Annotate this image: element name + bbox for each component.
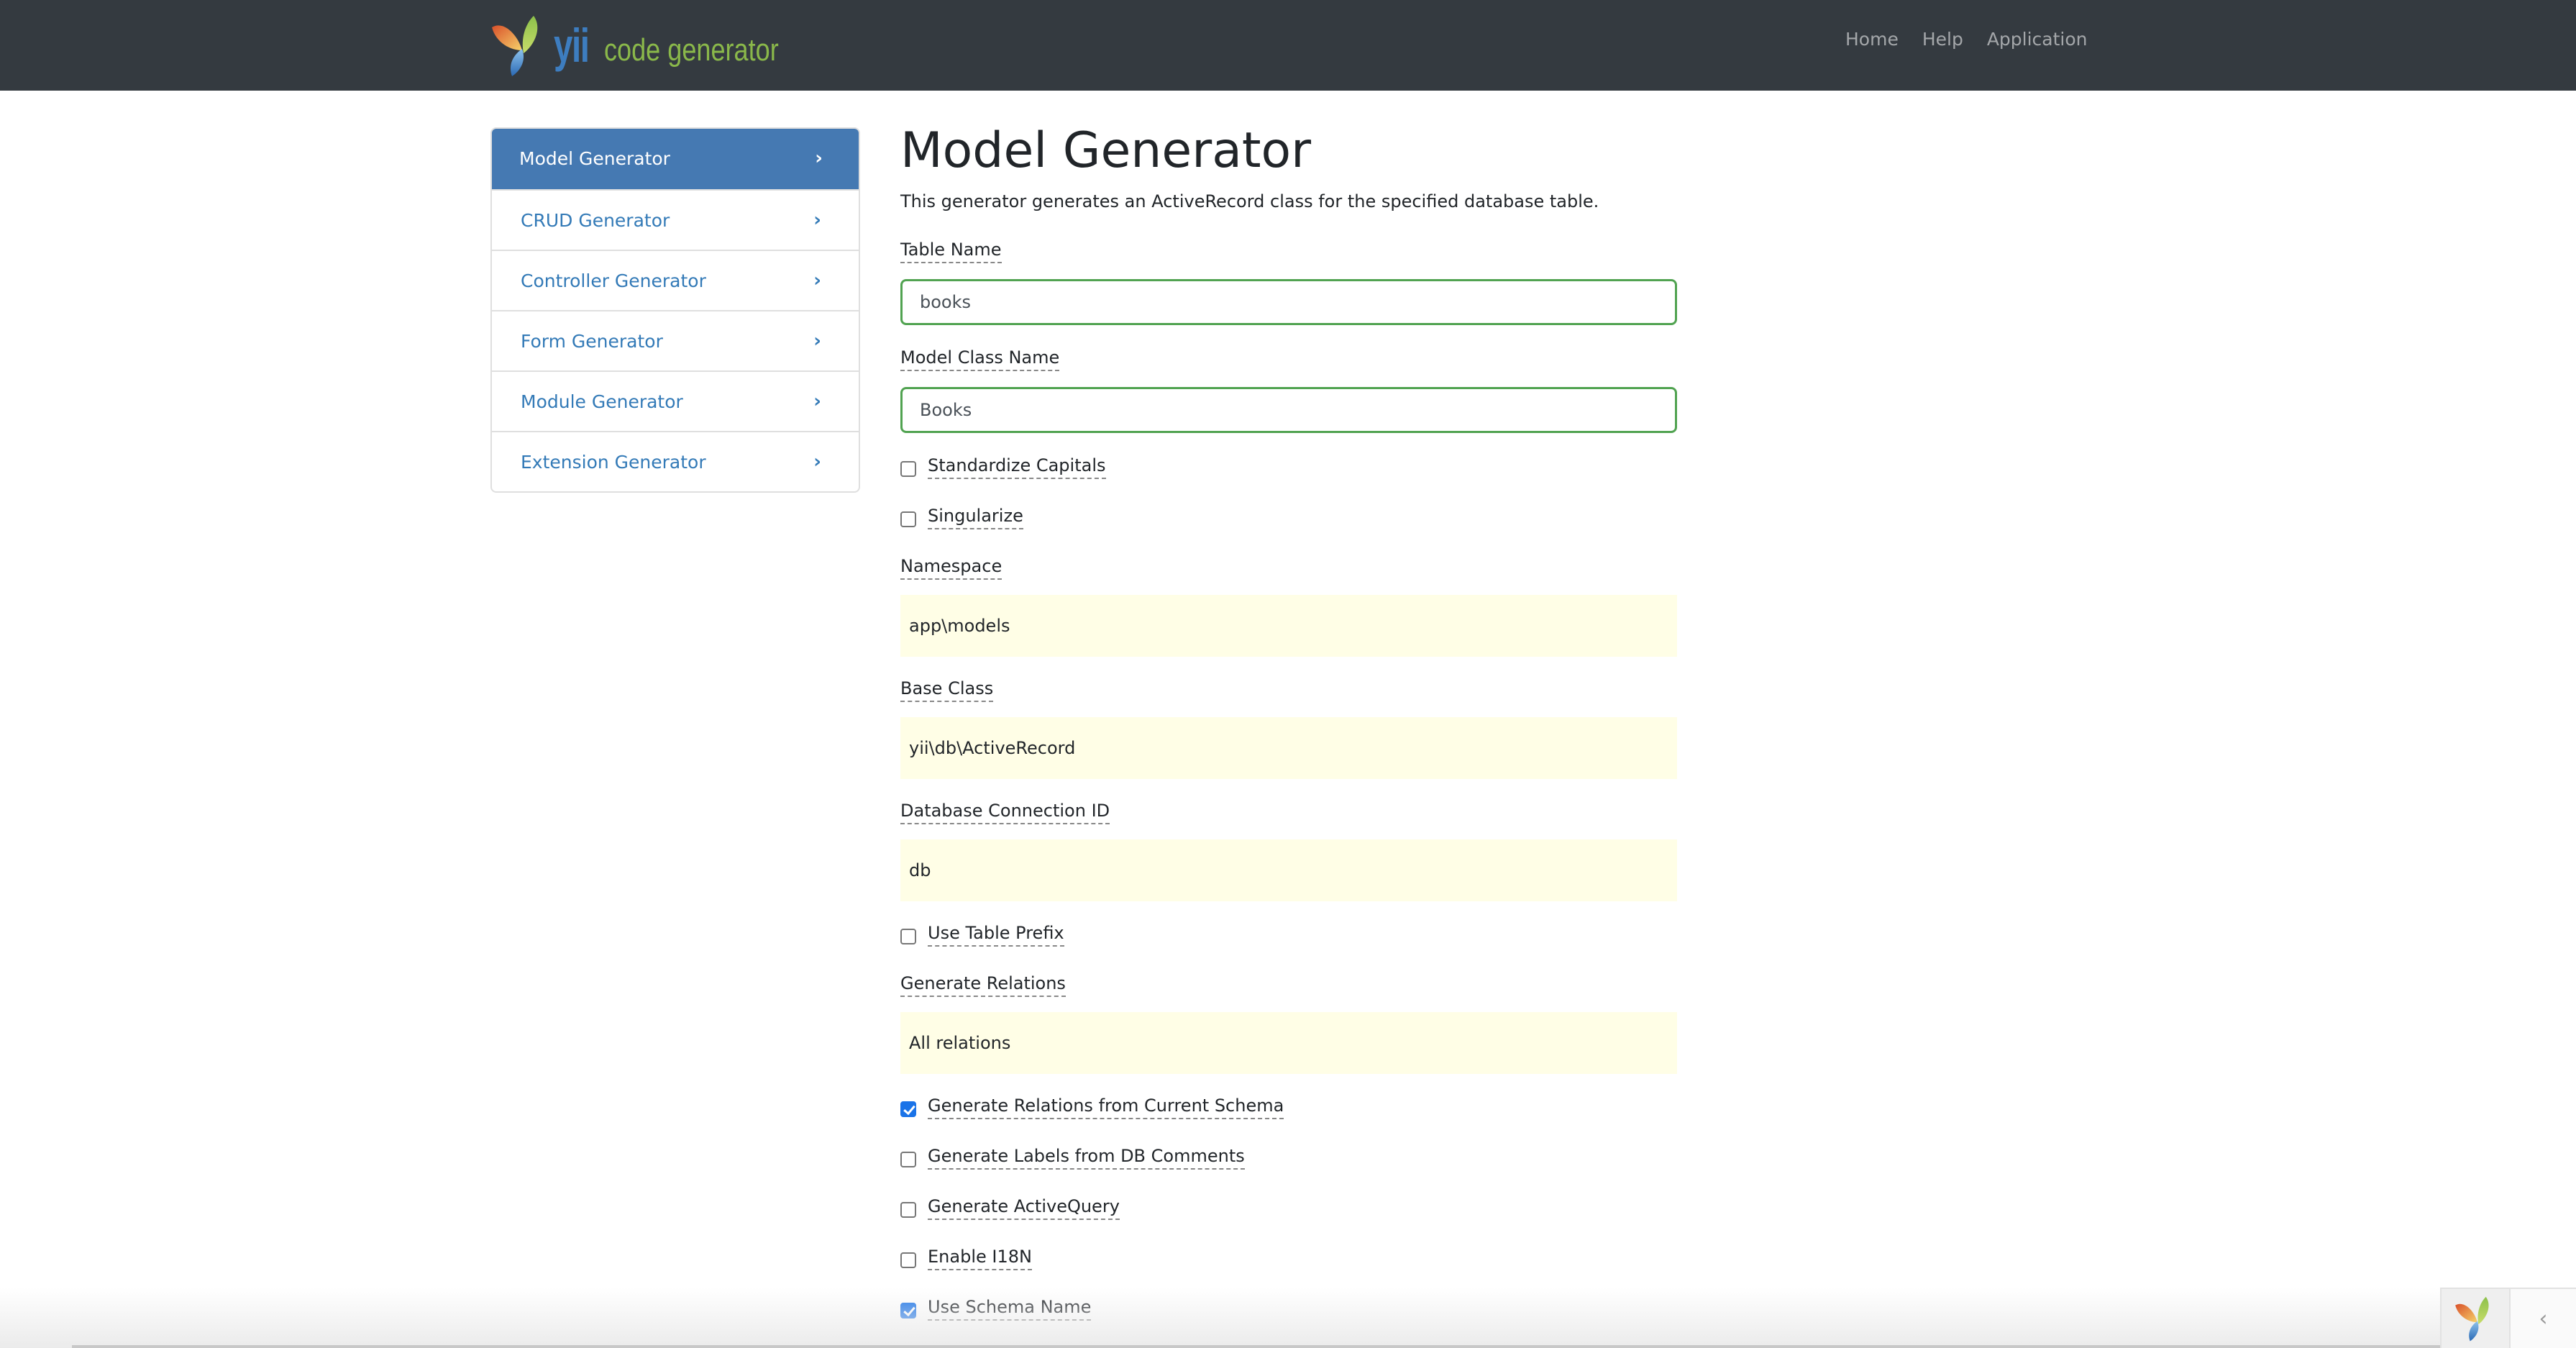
- table-name-label: Table Name: [900, 239, 1002, 263]
- sidebar-item-module-generator[interactable]: Module Generator ›: [492, 370, 859, 431]
- debug-toolbar-toggle-button[interactable]: ‹: [2511, 1289, 2576, 1348]
- sidebar-item-label: Model Generator: [519, 147, 670, 169]
- generate-relations-select[interactable]: All relations: [900, 1012, 1677, 1074]
- brand-link[interactable]: yii code generator: [489, 13, 817, 78]
- standardize-capitals-label[interactable]: Standardize Capitals: [928, 455, 1106, 479]
- nav-link-application[interactable]: Application: [1987, 29, 2088, 50]
- use-table-prefix-label[interactable]: Use Table Prefix: [928, 922, 1064, 947]
- use-schema-name-row: Use Schema Name: [900, 1296, 1092, 1321]
- singularize-label[interactable]: Singularize: [928, 505, 1023, 529]
- chevron-right-icon: ›: [813, 451, 821, 473]
- model-class-value: Books: [920, 400, 972, 420]
- standardize-capitals-row: Standardize Capitals: [900, 455, 1106, 479]
- generate-activequery-checkbox[interactable]: [900, 1202, 916, 1218]
- chevron-right-icon: ›: [815, 147, 823, 169]
- enable-i18n-label[interactable]: Enable I18N: [928, 1246, 1032, 1270]
- relations-current-schema-checkbox[interactable]: [900, 1101, 916, 1117]
- db-connection-value: db: [909, 860, 931, 880]
- nav-link-home[interactable]: Home: [1845, 29, 1899, 50]
- sidebar-item-controller-generator[interactable]: Controller Generator ›: [492, 250, 859, 310]
- nav-link-help[interactable]: Help: [1922, 29, 1963, 50]
- sidebar-item-label: Module Generator: [521, 391, 683, 412]
- db-connection-input[interactable]: db: [900, 839, 1677, 901]
- singularize-row: Singularize: [900, 505, 1023, 529]
- namespace-label: Namespace: [900, 555, 1002, 580]
- generate-activequery-label[interactable]: Generate ActiveQuery: [928, 1196, 1120, 1220]
- generate-activequery-row: Generate ActiveQuery: [900, 1196, 1120, 1220]
- generator-list: Model Generator › CRUD Generator › Contr…: [490, 127, 860, 493]
- chevron-left-icon: ‹: [2539, 1306, 2548, 1331]
- bottom-divider: [72, 1345, 2576, 1348]
- page-title: Model Generator: [900, 122, 1312, 179]
- standardize-capitals-checkbox[interactable]: [900, 461, 916, 477]
- labels-db-comments-row: Generate Labels from DB Comments: [900, 1145, 1245, 1170]
- use-table-prefix-checkbox[interactable]: [900, 929, 916, 944]
- namespace-value: app\models: [909, 616, 1010, 636]
- model-class-label: Model Class Name: [900, 347, 1060, 371]
- enable-i18n-checkbox[interactable]: [900, 1252, 916, 1268]
- chevron-right-icon: ›: [813, 330, 821, 352]
- yii-logo-icon: [2455, 1296, 2489, 1342]
- navbar: yii code generator Home Help Application: [0, 0, 2576, 91]
- labels-db-comments-checkbox[interactable]: [900, 1152, 916, 1167]
- relations-current-schema-row: Generate Relations from Current Schema: [900, 1095, 1284, 1119]
- sidebar-item-label: CRUD Generator: [521, 209, 670, 231]
- sidebar-item-label: Extension Generator: [521, 451, 706, 473]
- use-schema-name-label[interactable]: Use Schema Name: [928, 1296, 1092, 1321]
- use-table-prefix-row: Use Table Prefix: [900, 922, 1064, 947]
- sidebar-item-crud-generator[interactable]: CRUD Generator ›: [492, 189, 859, 250]
- nav-links: Home Help Application: [1845, 29, 2111, 50]
- sidebar-item-model-generator[interactable]: Model Generator ›: [492, 129, 859, 189]
- brand-subtitle: code generator: [604, 32, 779, 68]
- sidebar-item-label: Controller Generator: [521, 270, 706, 291]
- singularize-checkbox[interactable]: [900, 511, 916, 527]
- model-class-input[interactable]: Books: [900, 387, 1677, 433]
- sidebar-item-form-generator[interactable]: Form Generator ›: [492, 310, 859, 370]
- use-schema-name-checkbox[interactable]: [900, 1303, 916, 1319]
- base-class-value: yii\db\ActiveRecord: [909, 738, 1076, 758]
- bottom-fade-overlay: [0, 1288, 2576, 1348]
- debug-toolbar: ‹: [2440, 1288, 2576, 1348]
- namespace-input[interactable]: app\models: [900, 595, 1677, 657]
- table-name-value: books: [920, 292, 972, 312]
- generate-relations-label: Generate Relations: [900, 973, 1066, 997]
- sidebar-item-extension-generator[interactable]: Extension Generator ›: [492, 431, 859, 491]
- yii-logo-icon: [492, 16, 538, 76]
- relations-current-schema-label[interactable]: Generate Relations from Current Schema: [928, 1095, 1284, 1119]
- chevron-right-icon: ›: [813, 209, 821, 231]
- db-connection-label: Database Connection ID: [900, 800, 1110, 824]
- brand-name: yii: [554, 19, 590, 72]
- base-class-input[interactable]: yii\db\ActiveRecord: [900, 717, 1677, 779]
- sidebar-item-label: Form Generator: [521, 330, 663, 352]
- enable-i18n-row: Enable I18N: [900, 1246, 1032, 1270]
- generate-relations-value: All relations: [909, 1033, 1011, 1053]
- chevron-right-icon: ›: [813, 391, 821, 412]
- chevron-right-icon: ›: [813, 270, 821, 291]
- labels-db-comments-label[interactable]: Generate Labels from DB Comments: [928, 1145, 1245, 1170]
- base-class-label: Base Class: [900, 678, 994, 702]
- page-description: This generator generates an ActiveRecord…: [900, 191, 1599, 211]
- table-name-input[interactable]: books: [900, 279, 1677, 325]
- debug-toolbar-logo-button[interactable]: [2442, 1289, 2511, 1348]
